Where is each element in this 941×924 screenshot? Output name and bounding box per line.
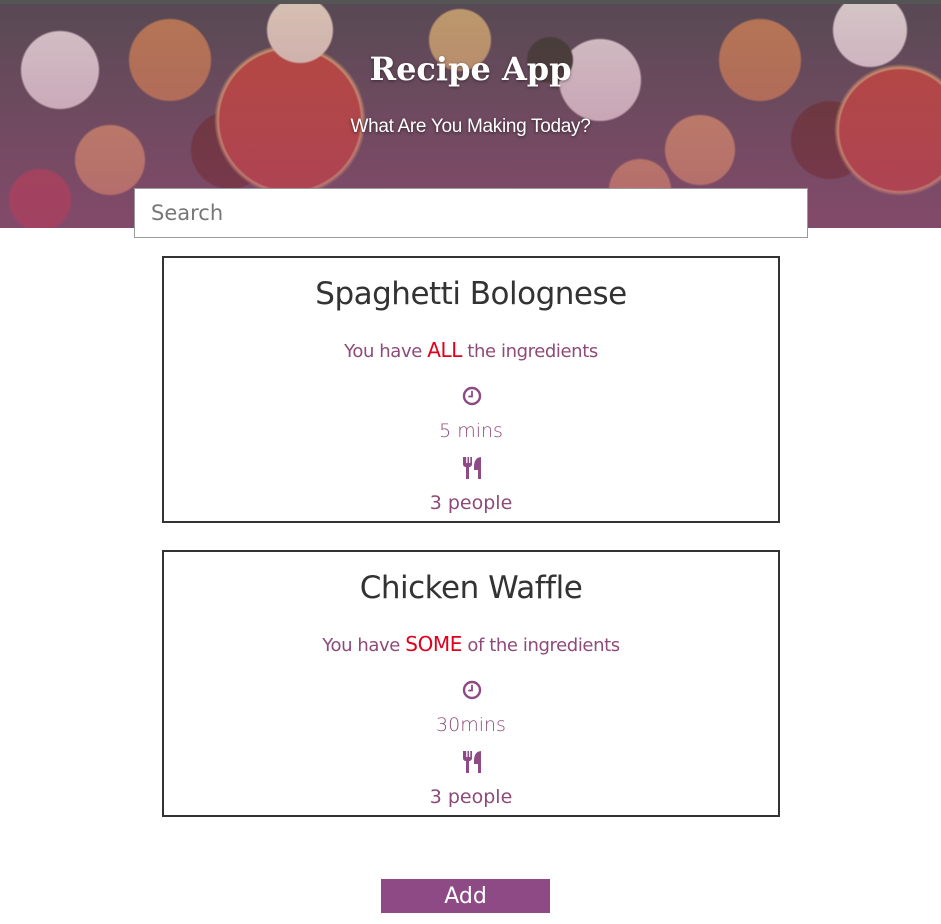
recipe-card[interactable]: Chicken Waffle You have SOME of the ingr… [162,550,780,817]
recipe-title: Spaghetti Bolognese [315,276,627,312]
search-input[interactable] [134,188,808,238]
recipe-time: 5 mins [439,420,503,442]
status-prefix: You have [322,635,406,656]
cutlery-icon [463,751,481,773]
status-prefix: You have [344,341,428,362]
recipe-card[interactable]: Spaghetti Bolognese You have ALL the ing… [162,256,780,523]
status-suffix: of the ingredients [462,635,620,656]
clock-icon [462,680,482,700]
recipe-app-page: Recipe App What Are You Making Today? Sp… [0,0,941,924]
recipe-servings: 3 people [429,492,513,514]
clock-icon [462,386,482,406]
recipe-time: 30mins [436,714,506,736]
status-highlight: SOME [405,632,463,656]
status-suffix: the ingredients [461,341,598,362]
recipe-title: Chicken Waffle [359,570,583,606]
add-button[interactable]: Add [381,879,550,913]
cutlery-icon [463,457,481,479]
top-divider [0,0,941,4]
ingredient-status: You have ALL the ingredients [164,338,778,362]
ingredient-status: You have SOME of the ingredients [164,632,778,656]
recipe-servings: 3 people [429,786,513,808]
status-highlight: ALL [427,338,462,362]
app-subtitle: What Are You Making Today? [350,116,591,137]
app-title: Recipe App [369,50,572,88]
